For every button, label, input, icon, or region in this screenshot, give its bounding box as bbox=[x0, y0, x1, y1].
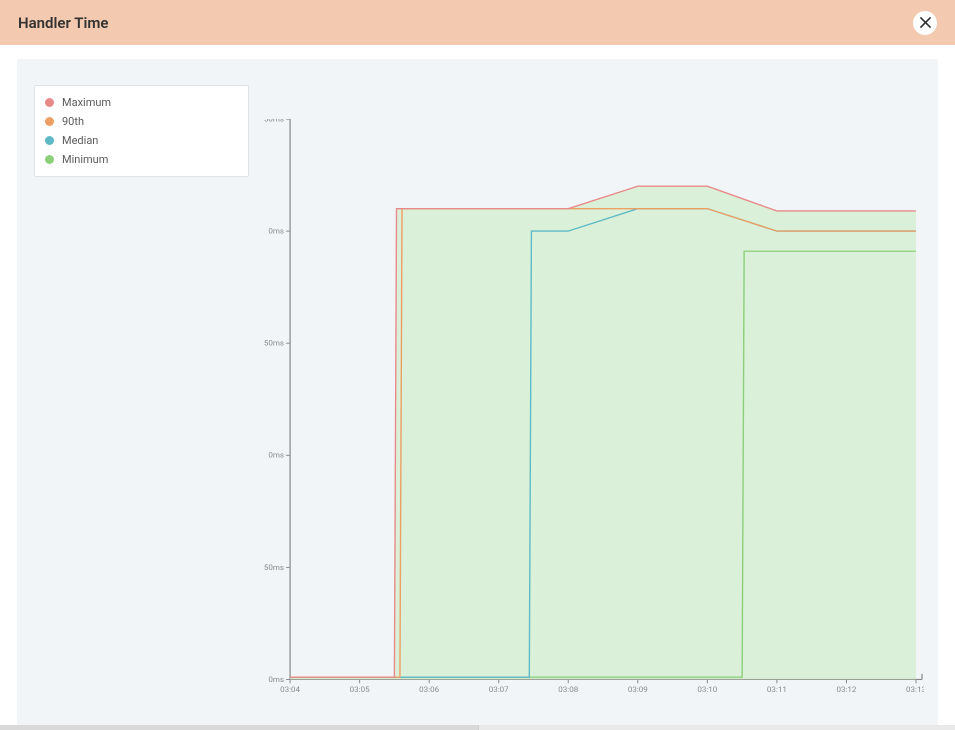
legend-dot-icon bbox=[45, 136, 54, 145]
legend: Maximum 90th Median Minimum bbox=[34, 85, 249, 177]
y-tick-label: 0ms bbox=[268, 451, 284, 460]
chart-card: Maximum 90th Median Minimum 50ms 0ms 50ms 0ms 5… bbox=[17, 59, 938, 726]
bottom-split-left bbox=[0, 725, 478, 730]
legend-item[interactable]: Median bbox=[45, 132, 238, 151]
x-tick-label: 03:13 bbox=[906, 685, 924, 694]
y-tick-label: 50ms bbox=[264, 119, 284, 123]
header-bar: Handler Time bbox=[0, 0, 955, 45]
legend-dot-icon bbox=[45, 98, 54, 107]
x-tick-label: 03:12 bbox=[836, 685, 857, 694]
legend-label: 90th bbox=[62, 115, 84, 128]
legend-label: Median bbox=[62, 134, 98, 147]
legend-item[interactable]: 90th bbox=[45, 113, 238, 132]
legend-label: Minimum bbox=[62, 153, 108, 166]
close-button[interactable] bbox=[913, 11, 937, 35]
content-area: Maximum 90th Median Minimum 50ms 0ms 50ms 0ms 5… bbox=[0, 45, 955, 726]
y-tick-label: 0ms bbox=[268, 675, 284, 684]
x-tick-label: 03:04 bbox=[280, 685, 301, 694]
legend-item[interactable]: Maximum bbox=[45, 94, 238, 113]
y-tick-label: 50ms bbox=[264, 339, 284, 348]
bottom-split-bar bbox=[0, 725, 955, 730]
y-tick-label: 0ms bbox=[268, 227, 284, 236]
x-tick-label: 03:08 bbox=[558, 685, 578, 694]
close-icon bbox=[920, 17, 931, 28]
x-tick-label: 03:05 bbox=[350, 685, 371, 694]
series-area-maximum bbox=[290, 186, 916, 679]
legend-dot-icon bbox=[45, 155, 54, 164]
x-tick-label: 03:10 bbox=[697, 685, 717, 694]
legend-label: Maximum bbox=[62, 96, 111, 109]
page-title: Handler Time bbox=[18, 14, 108, 32]
chart: 50ms0ms50ms0ms50ms0ms03:0403:0503:0603:0… bbox=[262, 119, 924, 706]
legend-dot-icon bbox=[45, 117, 54, 126]
x-tick-label: 03:09 bbox=[628, 685, 648, 694]
x-tick-label: 03:11 bbox=[767, 685, 787, 694]
x-tick-label: 03:07 bbox=[489, 685, 510, 694]
legend-item[interactable]: Minimum bbox=[45, 151, 238, 170]
x-tick-label: 03:06 bbox=[419, 685, 440, 694]
chart-svg: 50ms0ms50ms0ms50ms0ms03:0403:0503:0603:0… bbox=[262, 119, 924, 706]
y-tick-label: 50ms bbox=[264, 563, 284, 572]
